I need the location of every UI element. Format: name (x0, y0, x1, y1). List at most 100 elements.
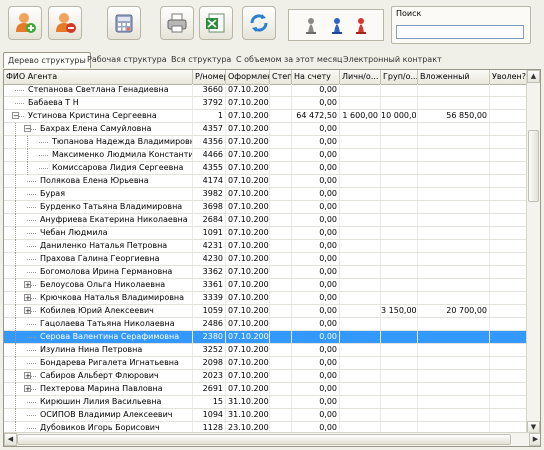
column-header-fired[interactable]: Уволен? (490, 70, 528, 84)
scroll-right-button[interactable]: ▶ (529, 433, 540, 446)
cell-group (381, 266, 418, 278)
tab-electronic-contract[interactable]: Электронный контракт (343, 52, 442, 67)
table-row[interactable]: Кобилев Юрий Алексеевич 1059 07.10.2008 0,0… (4, 305, 528, 318)
column-header-registered[interactable]: Оформлен (226, 70, 270, 84)
user-add-icon (16, 13, 36, 33)
tab-full-structure[interactable]: Вся структура (171, 52, 231, 67)
tree-branch-line (39, 168, 48, 169)
pawn-red-icon[interactable] (353, 17, 369, 35)
cell-nested (418, 279, 490, 291)
column-header-nested[interactable]: Вложенный (418, 70, 490, 84)
tree-guide-line (15, 240, 16, 253)
cell-balance: 0,00 (292, 123, 340, 135)
expand-node-button[interactable]: + (24, 307, 31, 315)
cell-balance: 0,00 (292, 149, 340, 161)
tree-guide-line (15, 266, 16, 279)
expand-node-button[interactable]: + (24, 385, 31, 393)
column-header-balance[interactable]: На счету (292, 70, 340, 84)
tree-guide-line (15, 279, 16, 292)
cell-date: 07.10.2008 (228, 123, 270, 135)
collapse-node-button[interactable]: − (12, 112, 19, 120)
horizontal-scrollbar[interactable]: ◀ ▶ (4, 432, 540, 446)
calculator-button[interactable] (107, 6, 141, 40)
horizontal-scroll-thumb[interactable] (17, 434, 511, 445)
pawn-gray-icon[interactable] (303, 17, 319, 35)
column-header-group[interactable]: Груп/о... (381, 70, 418, 84)
tree-branch-line (27, 402, 36, 403)
search-input[interactable] (396, 25, 524, 39)
table-row[interactable]: Бахрах Елена Самуйловна 4357 07.10.2008 0,0… (4, 123, 528, 136)
table-row[interactable]: Богомолова Ирина Германовна 3362 07.10.200… (4, 266, 528, 279)
refresh-button[interactable] (242, 6, 276, 40)
add-agent-button[interactable] (8, 6, 42, 40)
cell-balance: 0,00 (292, 266, 340, 278)
tree-guide-line (15, 357, 16, 370)
remove-agent-button[interactable] (48, 6, 82, 40)
cell-personal (340, 214, 381, 226)
tree-branch-line (27, 272, 36, 273)
expand-node-button[interactable]: + (24, 281, 31, 289)
cell-fired (490, 84, 528, 96)
cell-fired (490, 123, 528, 135)
vertical-scroll-thumb[interactable] (528, 130, 539, 202)
tab-structure-tree[interactable]: Дерево структуры (3, 52, 91, 68)
table-row[interactable]: ОСИПОВ Владимир Алексеевич 1094 31.10.2008… (4, 409, 528, 422)
table-row[interactable]: Бурая 3982 07.10.2008 0,00 (4, 188, 528, 201)
table-row[interactable]: Гацолаева Татьяна Николаевна 2486 07.10.20… (4, 318, 528, 331)
cell-date: 07.10.2008 (228, 318, 270, 330)
print-button[interactable] (160, 6, 194, 40)
collapse-node-button[interactable]: − (24, 125, 31, 133)
cell-nested (418, 97, 490, 109)
table-row-selected[interactable]: Серова Валентина Серафимовна 2380 07.10.20… (4, 331, 528, 344)
table-row[interactable]: Степанова Светлана Генадиевна 3660 07.10.2… (4, 84, 528, 97)
table-row[interactable]: Крючкова Наталья Владимировна 3339 07.10.2… (4, 292, 528, 305)
cell-group: 3 150,00 (381, 305, 418, 317)
table-row[interactable]: Пехтерова Марина Павловна 2691 07.10.2008 0… (4, 383, 528, 396)
tab-working-structure[interactable]: Рабочая структура (87, 52, 167, 67)
table-row[interactable]: Бурденко Татьяна Владимировна 3698 07.10.2… (4, 201, 528, 214)
table-row[interactable]: Тюпанова Надежда Владимировна 4356 07.10.2… (4, 136, 528, 149)
table-row[interactable]: Изулина Нина Петровна 3252 07.10.2008 0,00 (4, 344, 528, 357)
table-row[interactable]: Полякова Елена Юрьевна 4174 07.10.2008 0,00 (4, 175, 528, 188)
cell-fired (490, 266, 528, 278)
tree-guide-line (15, 331, 16, 344)
table-row[interactable]: Максименко Людмила Константиновна446607.… (4, 149, 528, 162)
table-row[interactable]: Кирюшин Лилия Васильевна 15 31.10.2008 0,00 (4, 396, 528, 409)
grid-rows: Степанова Светлана Генадиевна 3660 07.10.2… (4, 84, 528, 434)
scroll-left-button[interactable]: ◀ (4, 433, 17, 446)
cell-step (270, 370, 292, 382)
cell-step (270, 175, 292, 187)
column-header-name[interactable]: ФИО Агента (4, 70, 193, 84)
excel-export-button[interactable] (199, 6, 233, 40)
agents-tree-grid[interactable]: ФИО Агента Р/номер Оформлен Степ На счет… (3, 69, 541, 447)
table-row[interactable]: Комиссарова Лидия Сергеевна 4355 07.10.200… (4, 162, 528, 175)
column-header-step[interactable]: Степ (270, 70, 292, 84)
column-header-number[interactable]: Р/номер (193, 70, 226, 84)
tree-branch-line (27, 363, 36, 364)
expand-node-button[interactable]: + (24, 294, 31, 302)
vertical-scrollbar[interactable]: ▲ ▼ (526, 70, 540, 434)
cell-num: 3361 (193, 279, 226, 291)
table-row[interactable]: Ануфриева Екатерина Николаевна 2684 07.10.… (4, 214, 528, 227)
table-row[interactable]: Сабиров Альберт Флюрович 2023 07.10.2008 0,… (4, 370, 528, 383)
cell-date: 31.10.2008 (228, 396, 270, 408)
cell-step (270, 253, 292, 265)
cell-step (270, 279, 292, 291)
pawn-blue-icon[interactable] (329, 17, 345, 35)
scroll-up-button[interactable]: ▲ (527, 70, 540, 83)
table-row[interactable]: Бабаева Т Н 3792 07.10.2008 0,00 (4, 97, 528, 110)
table-row[interactable]: Прахова Галина Георгиевна 4230 07.10.2008 0… (4, 253, 528, 266)
cell-num: 3698 (193, 201, 226, 213)
table-row[interactable]: Белоусова Ольга Николаевна 3361 07.10.2008… (4, 279, 528, 292)
expand-node-button[interactable]: + (24, 372, 31, 380)
cell-balance: 0,00 (292, 201, 340, 213)
table-row[interactable]: Бондарева Ригалета Игнатьевна 2098 07.10.2… (4, 357, 528, 370)
cell-nested (418, 331, 490, 343)
table-row[interactable]: Даниленко Наталья Петровна 4231 07.10.2008… (4, 240, 528, 253)
cell-balance: 0,00 (292, 175, 340, 187)
table-row[interactable]: Устинова Кристина Сергеевна 1 07.10.2008 64… (4, 110, 528, 123)
cell-balance: 0,00 (292, 318, 340, 330)
tab-monthly-volume[interactable]: С объемом за этот месяц (236, 52, 343, 67)
table-row[interactable]: Чебан Людмила 1091 07.10.2008 0,00 (4, 227, 528, 240)
column-header-personal[interactable]: Личн/о... (340, 70, 381, 84)
